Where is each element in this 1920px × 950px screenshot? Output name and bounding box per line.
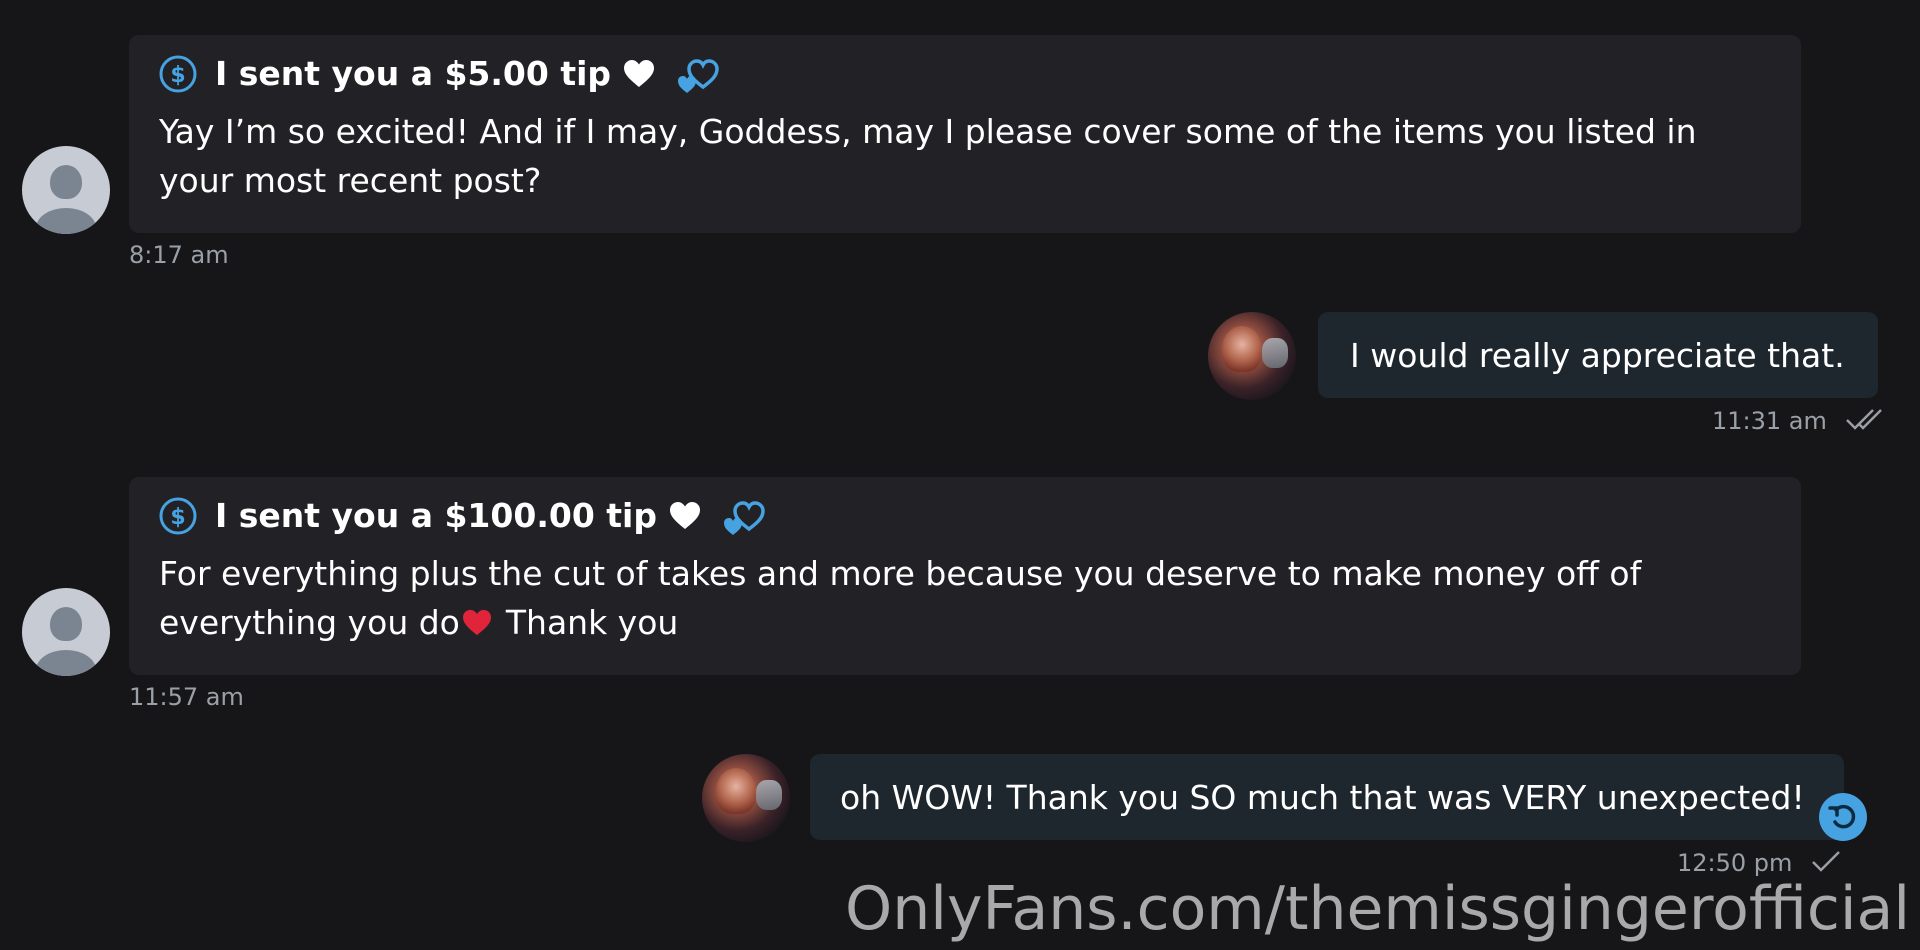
message-text: I would really appreciate that.	[1350, 335, 1845, 375]
svg-text:$: $	[170, 505, 185, 530]
fan-avatar[interactable]	[22, 588, 110, 676]
dollar-icon: $	[159, 55, 197, 93]
undo-icon[interactable]	[1819, 793, 1867, 841]
double-check-icon	[1845, 409, 1882, 430]
timestamp-text: 12:50 pm	[1677, 849, 1793, 877]
creator-avatar[interactable]	[702, 754, 790, 842]
creator-avatar[interactable]	[1208, 312, 1296, 400]
message-timestamp: 8:17 am	[129, 241, 229, 269]
check-icon	[1812, 851, 1840, 872]
watermark: OnlyFans.com/themissgingerofficial	[845, 874, 1910, 944]
svg-text:$: $	[170, 63, 185, 88]
timestamp-text: 11:31 am	[1712, 407, 1827, 435]
white-heart-icon	[669, 502, 700, 529]
sent-message-bubble[interactable]: oh WOW! Thank you SO much that was VERY …	[810, 754, 1844, 840]
sent-message-bubble[interactable]: I would really appreciate that.	[1318, 312, 1878, 398]
message-text: oh WOW! Thank you SO much that was VERY …	[840, 777, 1805, 817]
tip-amount-label: I sent you a $100.00 tip	[215, 496, 657, 535]
dollar-icon: $	[159, 497, 197, 535]
message-timestamp: 11:31 am	[1712, 406, 1889, 436]
message-text-part: Thank you	[505, 603, 679, 642]
message-text: For everything plus the cut of takes and…	[159, 549, 1771, 647]
message-text-part: For everything plus the cut of takes and…	[159, 554, 1642, 642]
tip-amount-label: I sent you a $5.00 tip	[215, 54, 612, 93]
tip-message-bubble[interactable]: $ I sent you a $100.00 tip For everythin…	[129, 477, 1801, 675]
double-heart-icon	[723, 501, 765, 535]
tip-header: $ I sent you a $5.00 tip	[159, 53, 1771, 95]
chat-thread: $ I sent you a $5.00 tip Yay I’m so exci…	[0, 0, 1920, 950]
tip-header: $ I sent you a $100.00 tip	[159, 495, 1771, 537]
white-heart-icon	[624, 60, 655, 87]
double-heart-icon	[678, 59, 719, 93]
red-heart-icon	[462, 609, 491, 636]
tip-message-bubble[interactable]: $ I sent you a $5.00 tip Yay I’m so exci…	[129, 35, 1801, 233]
fan-avatar[interactable]	[22, 146, 110, 234]
message-timestamp: 11:57 am	[129, 683, 244, 711]
message-text: Yay I’m so excited! And if I may, Goddes…	[159, 112, 1697, 200]
